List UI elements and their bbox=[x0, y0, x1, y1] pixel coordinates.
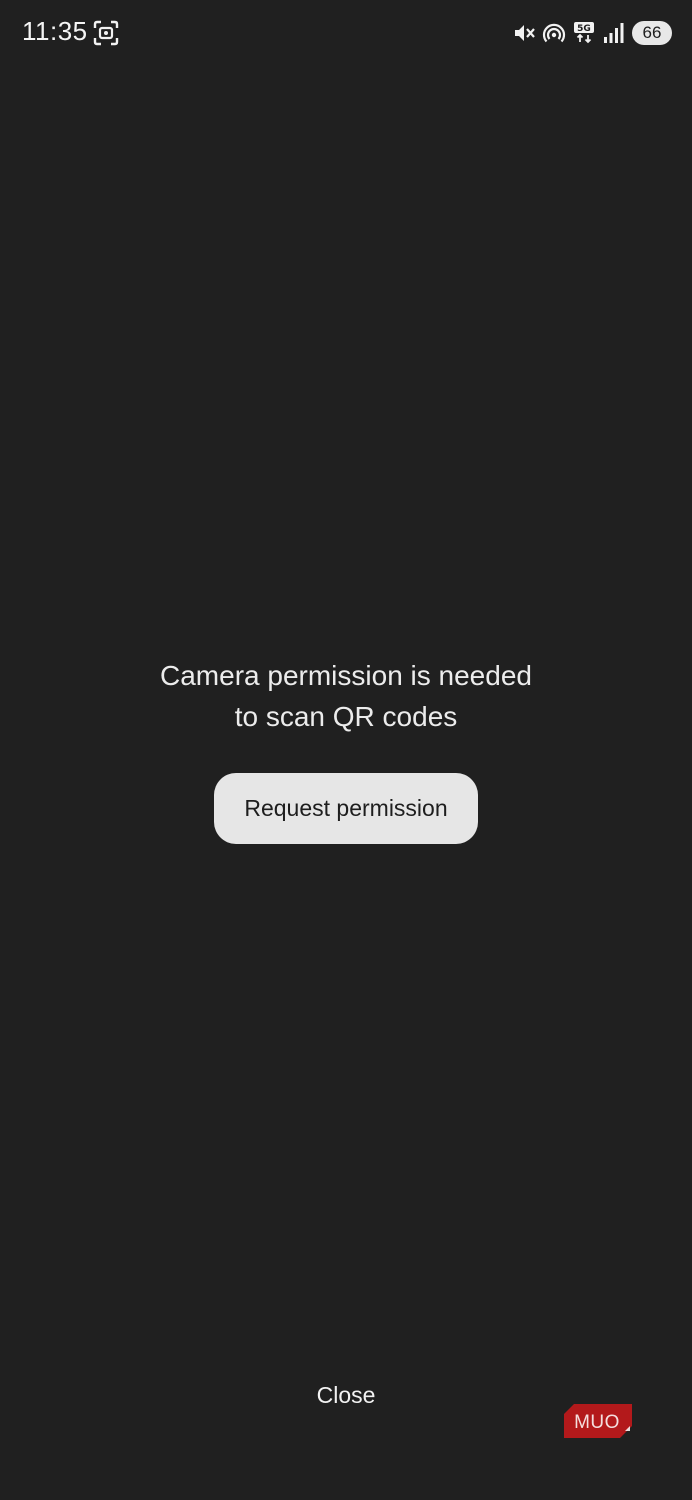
request-permission-label: Request permission bbox=[244, 795, 448, 821]
battery-icon: 66 bbox=[632, 21, 672, 45]
status-time: 11:35 bbox=[22, 16, 88, 46]
battery-level: 66 bbox=[642, 23, 662, 42]
signal-icon bbox=[602, 21, 626, 45]
screenshot-icon bbox=[93, 20, 119, 46]
hotspot-icon bbox=[542, 21, 566, 45]
status-bar: 11:35 5G 66 bbox=[0, 0, 692, 66]
svg-text:5G: 5G bbox=[577, 24, 591, 34]
close-label: Close bbox=[316, 1381, 376, 1408]
mute-icon bbox=[512, 21, 536, 45]
watermark-text: MUO bbox=[574, 1412, 620, 1433]
permission-message-line-1: Camera permission is needed bbox=[160, 660, 532, 691]
permission-message: Camera permission is needed to scan QR c… bbox=[0, 655, 692, 737]
network-5g-icon: 5G bbox=[572, 21, 596, 45]
close-button[interactable]: Close bbox=[286, 1374, 406, 1416]
status-icons: 5G 66 bbox=[512, 18, 672, 48]
request-permission-button[interactable]: Request permission bbox=[214, 773, 478, 844]
permission-message-line-2: to scan QR codes bbox=[234, 701, 458, 732]
muo-watermark-logo: MUO bbox=[564, 1404, 632, 1438]
